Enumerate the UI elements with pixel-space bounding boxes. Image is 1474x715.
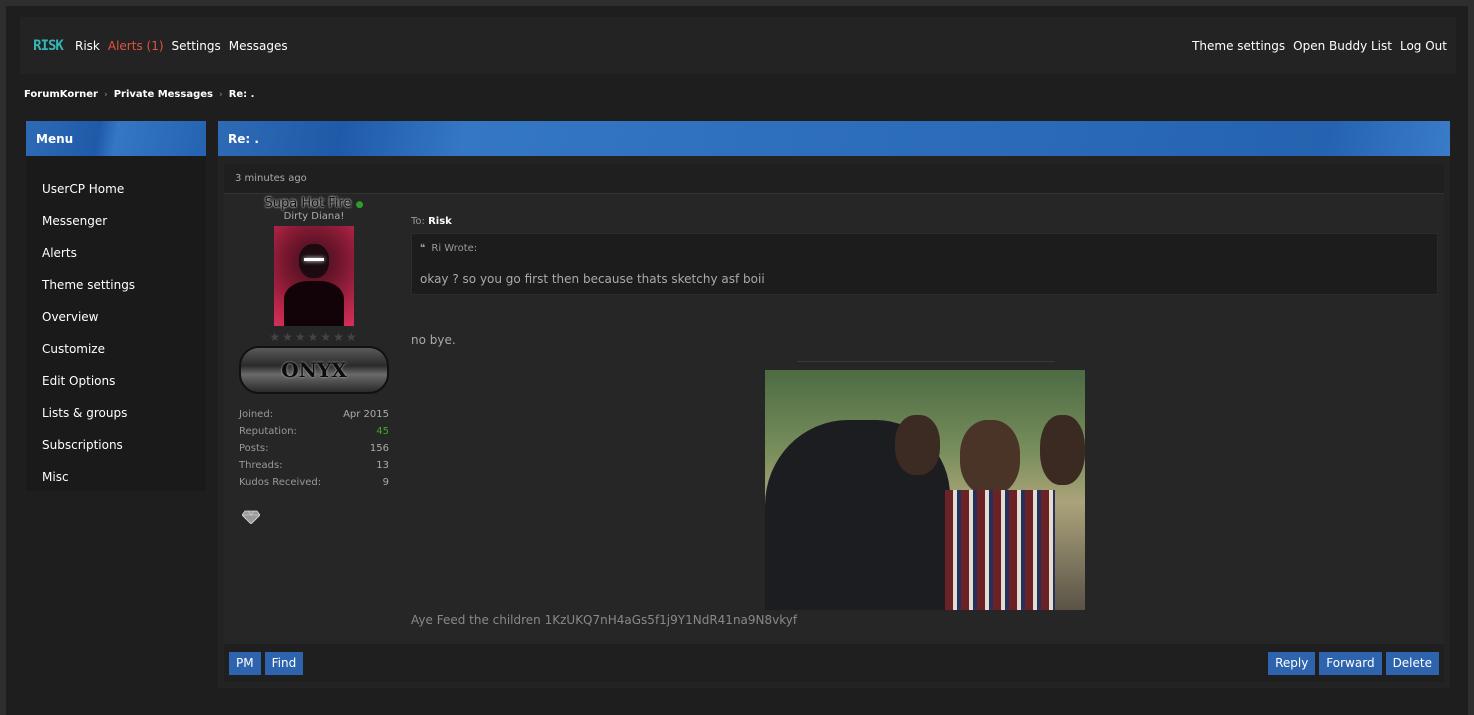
gif-figure xyxy=(895,415,940,475)
quote-icon: ❝ xyxy=(420,242,426,254)
author-username-text: Supa Hot Fire xyxy=(264,196,352,211)
stat-label: Threads: xyxy=(239,460,283,471)
signature-text: Aye Feed the children 1KzUKQ7nH4aGs5f1j9… xyxy=(411,613,798,627)
recipient-label: To: xyxy=(411,216,425,227)
stat-value: Apr 2015 xyxy=(343,409,389,420)
stat-label: Joined: xyxy=(239,409,274,420)
stat-row: Kudos Received: 9 xyxy=(239,477,389,494)
window-frame-top xyxy=(0,0,1474,6)
embedded-gif-image xyxy=(765,370,1085,610)
nav-right: Theme settings Open Buddy List Log Out xyxy=(1192,39,1447,53)
stat-value: 156 xyxy=(369,443,389,454)
author-rank-stars: ★★★★★★★ xyxy=(269,330,359,344)
menu-item-customize[interactable]: Customize xyxy=(26,333,206,365)
menu-item-lists-groups[interactable]: Lists & groups xyxy=(26,397,206,429)
avatar-face xyxy=(299,244,329,278)
breadcrumb-chevron-icon: › xyxy=(218,89,223,100)
breadcrumb-current[interactable]: Re: . xyxy=(229,89,255,100)
author-avatar[interactable] xyxy=(274,226,354,326)
quote-block: ❝ Ri Wrote: okay ? so you go first then … xyxy=(411,233,1438,295)
window-frame-right xyxy=(1468,0,1474,715)
menu-item-misc[interactable]: Misc xyxy=(26,461,206,493)
breadcrumb-private-messages[interactable]: Private Messages xyxy=(114,89,213,100)
post-timestamp: 3 minutes ago xyxy=(224,164,1444,194)
stat-row: Reputation: 45 xyxy=(239,426,389,443)
message-panel: Re: . 3 minutes ago Supa Hot Fire ● Dirt… xyxy=(218,121,1450,688)
nav-settings-link[interactable]: Settings xyxy=(172,39,221,53)
stat-label: Posts: xyxy=(239,443,269,454)
diamond-icon xyxy=(241,510,261,525)
nav-messages-link[interactable]: Messages xyxy=(229,39,288,53)
menu-item-overview[interactable]: Overview xyxy=(26,301,206,333)
author-panel: Supa Hot Fire ● Dirty Diana! ★★★★★★★ ONY… xyxy=(224,194,404,528)
menu-item-theme-settings[interactable]: Theme settings xyxy=(26,269,206,301)
message-title: Re: . xyxy=(218,121,1450,156)
breadcrumb-home[interactable]: ForumKorner xyxy=(24,89,98,100)
post-actions-right: Reply Forward Delete xyxy=(1264,651,1439,675)
window-frame-left xyxy=(0,0,6,715)
pm-button[interactable]: PM xyxy=(229,651,261,675)
post-actions: PM Find Reply Forward Delete xyxy=(224,644,1444,682)
quote-header: ❝ Ri Wrote: xyxy=(412,234,1437,262)
menu-item-edit-options[interactable]: Edit Options xyxy=(26,365,206,397)
nav-left: Risk Alerts (1) Settings Messages xyxy=(75,39,288,53)
menu-title: Menu xyxy=(26,121,206,156)
stat-row: Threads: 13 xyxy=(239,460,389,477)
top-header: RISK Risk Alerts (1) Settings Messages T… xyxy=(20,17,1456,74)
menu-list: UserCP Home Messenger Alerts Theme setti… xyxy=(26,156,206,493)
quote-author: Ri Wrote: xyxy=(431,242,478,254)
stat-value: 13 xyxy=(376,460,389,471)
stat-row: Joined: Apr 2015 xyxy=(239,409,389,426)
delete-button[interactable]: Delete xyxy=(1385,651,1439,675)
breadcrumb: ForumKorner › Private Messages › Re: . xyxy=(24,89,254,100)
avatar-eyes xyxy=(304,258,324,261)
quote-text: okay ? so you go first then because that… xyxy=(420,271,765,286)
breadcrumb-chevron-icon: › xyxy=(103,89,108,100)
message-body: no bye. xyxy=(411,333,456,347)
menu-item-usercp-home[interactable]: UserCP Home xyxy=(26,173,206,205)
avatar-body xyxy=(284,281,344,326)
nav-user-link[interactable]: Risk xyxy=(75,39,100,53)
stat-label: Reputation: xyxy=(239,426,297,437)
nav-buddy-list-link[interactable]: Open Buddy List xyxy=(1293,39,1392,53)
author-username[interactable]: Supa Hot Fire ● xyxy=(224,196,404,211)
nav-theme-settings-link[interactable]: Theme settings xyxy=(1192,39,1285,53)
stat-value: 9 xyxy=(382,477,389,488)
nav-alerts-link[interactable]: Alerts (1) xyxy=(108,39,164,53)
gif-figure xyxy=(960,420,1020,495)
post-content: To: Risk ❝ Ri Wrote: okay ? so you go fi… xyxy=(411,194,1439,627)
recipient-line: To: Risk xyxy=(411,216,1439,227)
author-stats: Joined: Apr 2015 Reputation: 45 Posts: 1… xyxy=(239,409,389,494)
recipient-name[interactable]: Risk xyxy=(428,216,452,227)
stat-value: 45 xyxy=(376,426,389,437)
forward-button[interactable]: Forward xyxy=(1319,651,1382,675)
stat-label: Kudos Received: xyxy=(239,477,322,488)
site-logo[interactable]: RISK xyxy=(29,33,67,59)
online-status-icon: ● xyxy=(355,200,364,210)
gif-figure xyxy=(945,490,1055,610)
gif-figure xyxy=(1040,415,1085,485)
author-title: Dirty Diana! xyxy=(283,211,345,222)
find-button[interactable]: Find xyxy=(264,651,304,675)
menu-item-subscriptions[interactable]: Subscriptions xyxy=(26,429,206,461)
menu-item-messenger[interactable]: Messenger xyxy=(26,205,206,237)
stat-row: Posts: 156 xyxy=(239,443,389,460)
nav-logout-link[interactable]: Log Out xyxy=(1400,39,1447,53)
reply-button[interactable]: Reply xyxy=(1268,651,1316,675)
message-post: 3 minutes ago Supa Hot Fire ● Dirty Dian… xyxy=(224,164,1444,682)
content-divider xyxy=(797,361,1055,362)
menu-item-alerts[interactable]: Alerts xyxy=(26,237,206,269)
author-group-badge: ONYX xyxy=(239,346,389,394)
usercp-menu: Menu UserCP Home Messenger Alerts Theme … xyxy=(26,121,206,491)
